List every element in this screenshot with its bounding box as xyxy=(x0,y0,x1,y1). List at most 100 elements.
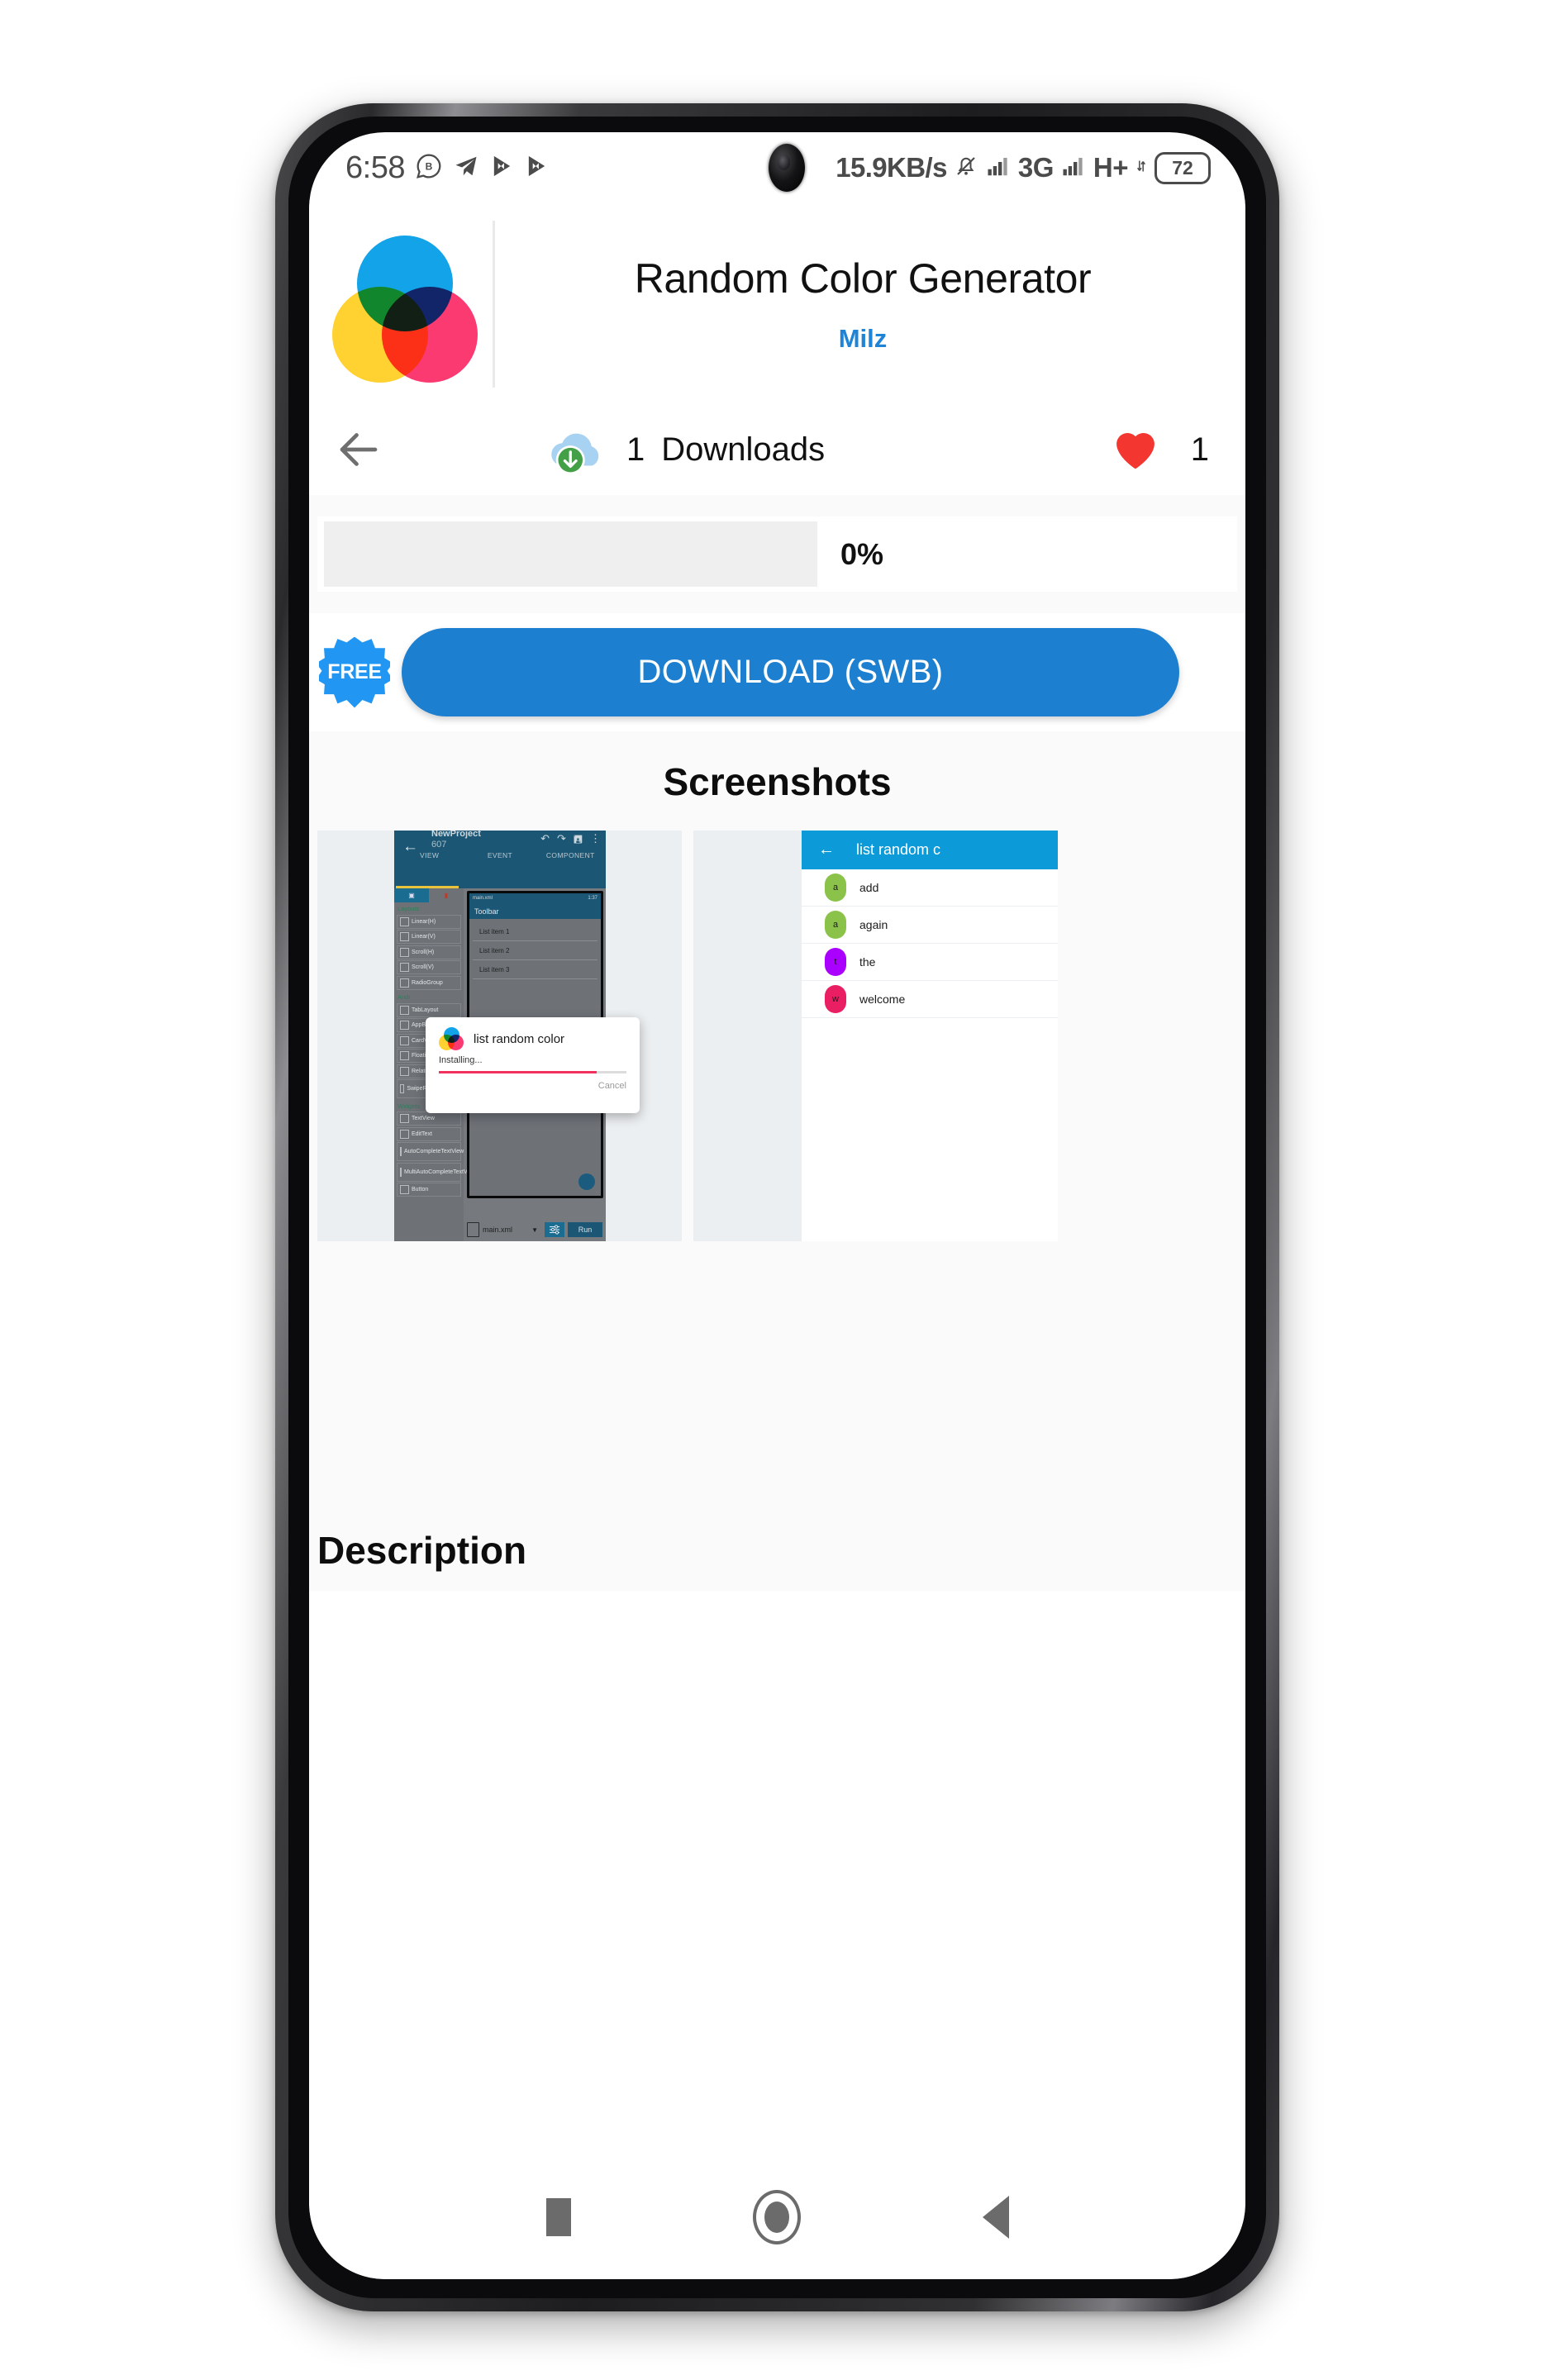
dialog-title: list random color xyxy=(474,1031,565,1046)
dialog-app-icon xyxy=(439,1027,464,1050)
favorites-count: 1 xyxy=(1190,431,1209,468)
network-type: 3G xyxy=(1017,152,1055,183)
avatar: t xyxy=(825,948,846,976)
download-progress-bar xyxy=(324,521,817,587)
progress-percent: 0% xyxy=(840,536,884,571)
description-section: Description xyxy=(309,1409,1245,1591)
screenshot-thumbnail[interactable]: ← list random c a add a again t the w we… xyxy=(693,831,1058,1241)
download-button[interactable]: DOWNLOAD (SWB) xyxy=(402,628,1179,716)
palette-item: TabLayout xyxy=(397,1002,461,1017)
dialog-progress-bar xyxy=(439,1071,626,1073)
play-n-icon xyxy=(490,154,514,183)
app-icon xyxy=(317,235,493,383)
palette-item: EditText xyxy=(397,1126,461,1141)
list-item: a add xyxy=(802,869,1058,907)
ide-tab-event: EVENT xyxy=(487,851,513,859)
heart-icon[interactable] xyxy=(1110,425,1161,475)
palette-item: Linear(H) xyxy=(397,914,461,929)
palette-item: Linear(V) xyxy=(397,930,461,944)
description-heading: Description xyxy=(317,1529,527,1572)
palette-tab-icon: ▣ xyxy=(394,888,429,902)
page-title: Random Color Generator xyxy=(634,255,1092,302)
list-item: w welcome xyxy=(802,981,1058,1018)
list-back-icon: ← xyxy=(818,840,835,859)
screenshot-root: 6:58 B 15.9KB/s 3G H+ 72 Random Color Ge… xyxy=(0,0,1552,2380)
palette-item: AutoCompleteTextView xyxy=(397,1142,464,1161)
progress-section: 0% xyxy=(309,495,1245,613)
preview-list-item: List item 2 xyxy=(473,941,597,960)
dialog-status: Installing... xyxy=(439,1055,483,1065)
free-badge-label: FREE xyxy=(327,660,382,683)
screenshots-carousel[interactable]: ← NewProject 607 ↶ ↷ 🖪 ⋮ VIEW EVENT COMP… xyxy=(317,831,1058,1241)
telegram-icon xyxy=(453,154,479,183)
run-button: Run xyxy=(568,1222,602,1237)
preview-list-item: List item 1 xyxy=(473,922,597,941)
favorites-stat[interactable]: 1 xyxy=(1110,425,1209,475)
stats-row: 1 Downloads 1 xyxy=(309,404,1245,495)
developer-link[interactable]: Milz xyxy=(495,324,1231,354)
redo-icon: ↷ xyxy=(557,832,566,845)
downloads-count: 1 xyxy=(626,431,645,468)
bubble-b-icon: B xyxy=(416,153,442,183)
palette-item: MultiAutoCompleteTextView xyxy=(397,1162,476,1182)
avatar: a xyxy=(825,911,846,939)
avatar: w xyxy=(825,985,846,1013)
dialog-cancel-button[interactable]: Cancel xyxy=(439,1081,626,1091)
undo-icon: ↶ xyxy=(540,832,550,845)
network-mode: H+ xyxy=(1093,152,1129,183)
back-button[interactable] xyxy=(331,421,387,478)
phone-screen: 6:58 B 15.9KB/s 3G H+ 72 Random Color Ge… xyxy=(309,132,1245,2279)
list-app-screenshot: ← list random c a add a again t the w we… xyxy=(802,831,1058,1241)
list-item-label: the xyxy=(859,955,876,969)
ide-tab-view: VIEW xyxy=(420,851,440,859)
signal-bars-icon xyxy=(1060,154,1087,183)
play-n-icon xyxy=(525,154,549,183)
preview-clock: 1:37 xyxy=(588,896,597,901)
home-circle-icon[interactable] xyxy=(752,2190,801,2244)
preview-fab xyxy=(578,1173,595,1190)
bell-muted-icon xyxy=(954,154,978,183)
ide-file-name: main.xml xyxy=(483,1226,513,1234)
camera-punch-hole xyxy=(769,144,805,192)
list-item-label: again xyxy=(859,918,888,931)
android-nav-bar xyxy=(309,2155,1245,2279)
palette-group-label: Layouts xyxy=(398,905,420,912)
palette-bookmark-icon: ▮ xyxy=(444,892,449,899)
palette-item: RadioGroup xyxy=(397,975,461,990)
list-item: a again xyxy=(802,907,1058,944)
preview-file-label: main.xml xyxy=(473,896,493,901)
app-header: Random Color Generator Milz xyxy=(309,203,1245,404)
palette-item: Scroll(H) xyxy=(397,945,461,959)
palette-item: TextView xyxy=(397,1111,461,1126)
cloud-download-icon xyxy=(545,421,610,478)
back-triangle-icon[interactable] xyxy=(982,2196,1009,2239)
download-section: FREE DOWNLOAD (SWB) xyxy=(309,613,1245,731)
screenshot-thumbnail[interactable]: ← NewProject 607 ↶ ↷ 🖪 ⋮ VIEW EVENT COMP… xyxy=(317,831,682,1241)
list-item: t the xyxy=(802,944,1058,981)
recents-square-icon[interactable] xyxy=(545,2198,571,2236)
signal-bars-icon xyxy=(985,154,1012,183)
network-speed: 15.9KB/s xyxy=(836,152,947,183)
battery-indicator: 72 xyxy=(1154,151,1211,184)
palette-group-label: Andr xyxy=(398,993,411,1001)
list-item-label: add xyxy=(859,881,879,894)
ide-project-number: 607 xyxy=(431,840,447,850)
free-badge: FREE xyxy=(319,636,390,708)
svg-text:B: B xyxy=(426,160,433,172)
palette-item: Button xyxy=(397,1183,461,1197)
data-transfer-icon xyxy=(1135,155,1148,181)
downloads-stat: 1 Downloads xyxy=(545,421,825,478)
install-dialog: list random color Installing... Cancel xyxy=(426,1017,640,1113)
list-item-label: welcome xyxy=(859,992,906,1006)
overflow-menu-icon: ⋮ xyxy=(590,832,601,845)
file-icon xyxy=(467,1222,479,1237)
save-icon: 🖪 xyxy=(573,833,583,845)
downloads-label: Downloads xyxy=(661,431,826,468)
preview-list-item: List item 3 xyxy=(473,960,597,979)
list-toolbar-title: list random c xyxy=(856,841,941,858)
ide-project-name: NewProject xyxy=(431,831,481,839)
screenshots-section: Screenshots ← NewProject 607 ↶ ↷ 🖪 ⋮ VIE… xyxy=(309,731,1245,1409)
chevron-down-icon: ▼ xyxy=(531,1226,538,1234)
palette-item: Scroll(V) xyxy=(397,960,461,974)
status-bar: 6:58 B 15.9KB/s 3G H+ 72 xyxy=(309,132,1245,203)
